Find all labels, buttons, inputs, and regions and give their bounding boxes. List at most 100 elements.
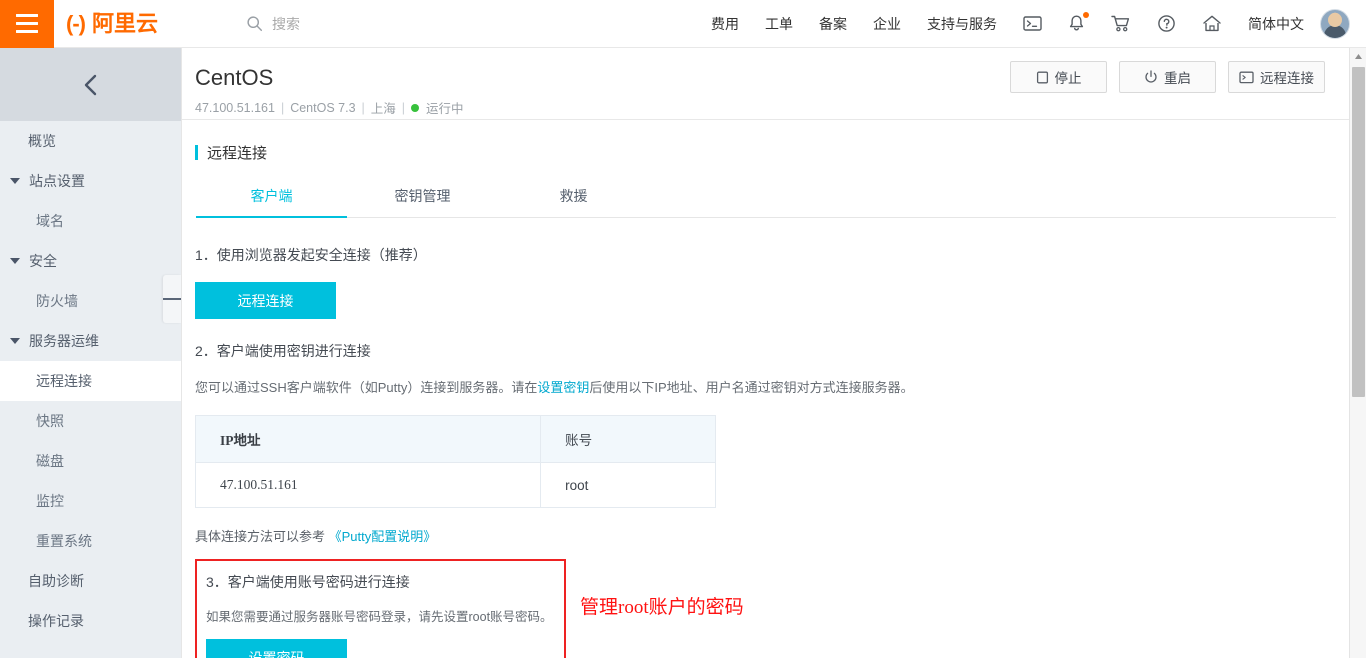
step3-title: 3．客户端使用账号密码进行连接 [206, 574, 410, 590]
sidebar-item-label: 概览 [28, 133, 56, 149]
putty-text: 具体连接方法可以参考 [195, 529, 326, 544]
status-badge: 运行中 [426, 102, 464, 117]
sidebar-item-security[interactable]: 安全 [0, 241, 181, 281]
triangle-up-icon [1354, 54, 1362, 59]
handle-line [174, 298, 181, 300]
top-navigation-bar: (-) 阿里云 搜索 费用 工单 备案 企业 支持与服务 简体中文 [0, 0, 1366, 48]
step1-title: 1．使用浏览器发起安全连接（推荐） [195, 247, 427, 263]
step3-description: 如果您需要通过服务器账号密码登录，请先设置root账号密码。 [206, 610, 553, 624]
topnav-item-enterprise[interactable]: 企业 [860, 0, 914, 48]
user-avatar[interactable] [1320, 8, 1350, 39]
sidebar-item-snapshot[interactable]: 快照 [0, 401, 181, 441]
aliyun-logo-mark: (-) [66, 10, 86, 36]
sidebar-nav-list: 概览 站点设置 域名 安全 防火墙 服务器运维 远程连接 快照 磁盘 监控 重置… [0, 121, 181, 641]
topnav-item-tickets[interactable]: 工单 [752, 0, 806, 48]
sidebar-item-domain[interactable]: 域名 [0, 201, 181, 241]
sidebar-item-reset-system[interactable]: 重置系统 [0, 521, 181, 561]
sidebar-item-monitor[interactable]: 监控 [0, 481, 181, 521]
topnav-item-icp[interactable]: 备案 [806, 0, 860, 48]
sidebar-back-button[interactable] [0, 48, 181, 121]
sidebar-item-firewall[interactable]: 防火墙 [0, 281, 181, 321]
separator: | [361, 100, 365, 115]
connection-info-table: IP地址 账号 47.100.51.161 root [195, 415, 716, 508]
stop-button-label: 停止 [1054, 71, 1082, 86]
instance-ip: 47.100.51.161 [195, 100, 275, 115]
handle-line [163, 298, 170, 300]
tab-key-management-label: 密钥管理 [394, 188, 451, 204]
monitor-icon [1239, 71, 1254, 83]
restart-button-label: 重启 [1164, 71, 1191, 86]
tab-key-management[interactable]: 密钥管理 [347, 186, 498, 217]
sidebar-item-label: 远程连接 [36, 373, 92, 389]
tab-rescue-label: 救援 [559, 188, 588, 204]
cart-icon[interactable] [1098, 0, 1144, 48]
sidebar-item-site-settings[interactable]: 站点设置 [0, 161, 181, 201]
sidebar-collapse-handle[interactable] [163, 275, 181, 323]
separator: | [401, 100, 406, 115]
section-accent-bar [195, 145, 198, 160]
sidebar-item-remote-connect[interactable]: 远程连接 [0, 361, 181, 401]
set-password-button[interactable]: 设置密码 [206, 639, 347, 658]
sidebar-item-self-diagnosis[interactable]: 自助诊断 [0, 561, 181, 601]
topnav-item-fees[interactable]: 费用 [698, 0, 752, 48]
sidebar-item-server-ops[interactable]: 服务器运维 [0, 321, 181, 361]
stop-square-icon [1036, 71, 1048, 83]
restart-button[interactable]: 重启 [1119, 61, 1216, 93]
column-header-account: 账号 [540, 415, 716, 463]
stop-button[interactable]: 停止 [1010, 61, 1107, 93]
tab-bar: 客户端 密钥管理 救援 [196, 186, 1336, 218]
remote-connect-panel: 远程连接 客户端 密钥管理 救援 1．使用浏览器发起安全连接（推荐） 远程连接 … [182, 120, 1352, 658]
table-header-row: IP地址 账号 [195, 415, 716, 463]
step3-highlight-box: 3．客户端使用账号密码进行连接 如果您需要通过服务器账号密码登录，请先设置roo… [195, 559, 744, 658]
page-header: CentOS 47.100.51.161 | CentOS 7.3 | 上海 |… [182, 48, 1352, 120]
sidebar-item-overview[interactable]: 概览 [0, 121, 181, 161]
help-icon[interactable] [1144, 0, 1189, 48]
separator: | [280, 100, 285, 115]
global-search[interactable]: 搜索 [246, 14, 300, 34]
power-icon [1145, 70, 1157, 83]
aliyun-logo-text: 阿里云 [91, 10, 158, 36]
hamburger-menu-icon[interactable] [0, 0, 54, 48]
hamburger-bar [16, 30, 38, 33]
cell-account: root [540, 462, 716, 508]
tab-client[interactable]: 客户端 [196, 186, 347, 218]
search-input-placeholder[interactable]: 搜索 [272, 14, 300, 34]
language-selector[interactable]: 简体中文 [1235, 14, 1314, 34]
putty-reference-line: 具体连接方法可以参考 《Putty配置说明》 [195, 526, 1352, 545]
sidebar-item-disk[interactable]: 磁盘 [0, 441, 181, 481]
sidebar-item-operation-log[interactable]: 操作记录 [0, 601, 181, 641]
remote-connect-header-button[interactable]: 远程连接 [1228, 61, 1325, 93]
vertical-scrollbar[interactable] [1349, 48, 1366, 658]
instance-action-buttons: 停止 重启 远程连接 [1010, 61, 1325, 93]
step2-title: 2．客户端使用密钥进行连接 [195, 343, 371, 359]
tab-rescue[interactable]: 救援 [498, 186, 649, 217]
page-subtitle: 47.100.51.161 | CentOS 7.3 | 上海 | 运行中 [195, 98, 1352, 117]
topnav-item-support[interactable]: 支持与服务 [914, 0, 1010, 48]
caret-down-icon [10, 178, 20, 184]
sidebar-item-label: 重置系统 [36, 533, 92, 549]
home-icon[interactable] [1189, 0, 1235, 48]
status-indicator-dot [411, 103, 420, 112]
scrollbar-thumb[interactable] [1352, 67, 1365, 397]
sidebar-item-label: 磁盘 [36, 453, 64, 469]
instance-os: CentOS 7.3 [290, 100, 356, 115]
set-key-link[interactable]: 设置密钥 [537, 380, 589, 395]
sidebar: 概览 站点设置 域名 安全 防火墙 服务器运维 远程连接 快照 磁盘 监控 重置… [0, 48, 181, 658]
sidebar-item-label: 防火墙 [36, 293, 78, 309]
terminal-icon[interactable] [1010, 0, 1055, 48]
notifications-bell-icon[interactable] [1055, 0, 1098, 48]
notification-badge-dot [1083, 11, 1089, 18]
tab-client-label: 客户端 [250, 188, 293, 204]
column-header-ip: IP地址 [195, 415, 542, 463]
remote-connect-button[interactable]: 远程连接 [195, 282, 336, 319]
step2-desc-before: 您可以通过SSH客户端软件（如Putty）连接到服务器。请在 [195, 380, 538, 395]
scroll-up-arrow[interactable] [1350, 48, 1366, 65]
sidebar-item-label: 快照 [36, 413, 64, 429]
putty-guide-link[interactable]: 《Putty配置说明》 [329, 529, 437, 544]
caret-down-icon [10, 258, 20, 264]
sidebar-item-label: 站点设置 [29, 173, 85, 189]
table-body: 47.100.51.161 root [195, 462, 716, 508]
annotation-text: 管理root账户的密码 [580, 597, 744, 618]
aliyun-logo[interactable]: (-) 阿里云 [66, 10, 158, 36]
remote-connect-header-label: 远程连接 [1260, 71, 1314, 86]
